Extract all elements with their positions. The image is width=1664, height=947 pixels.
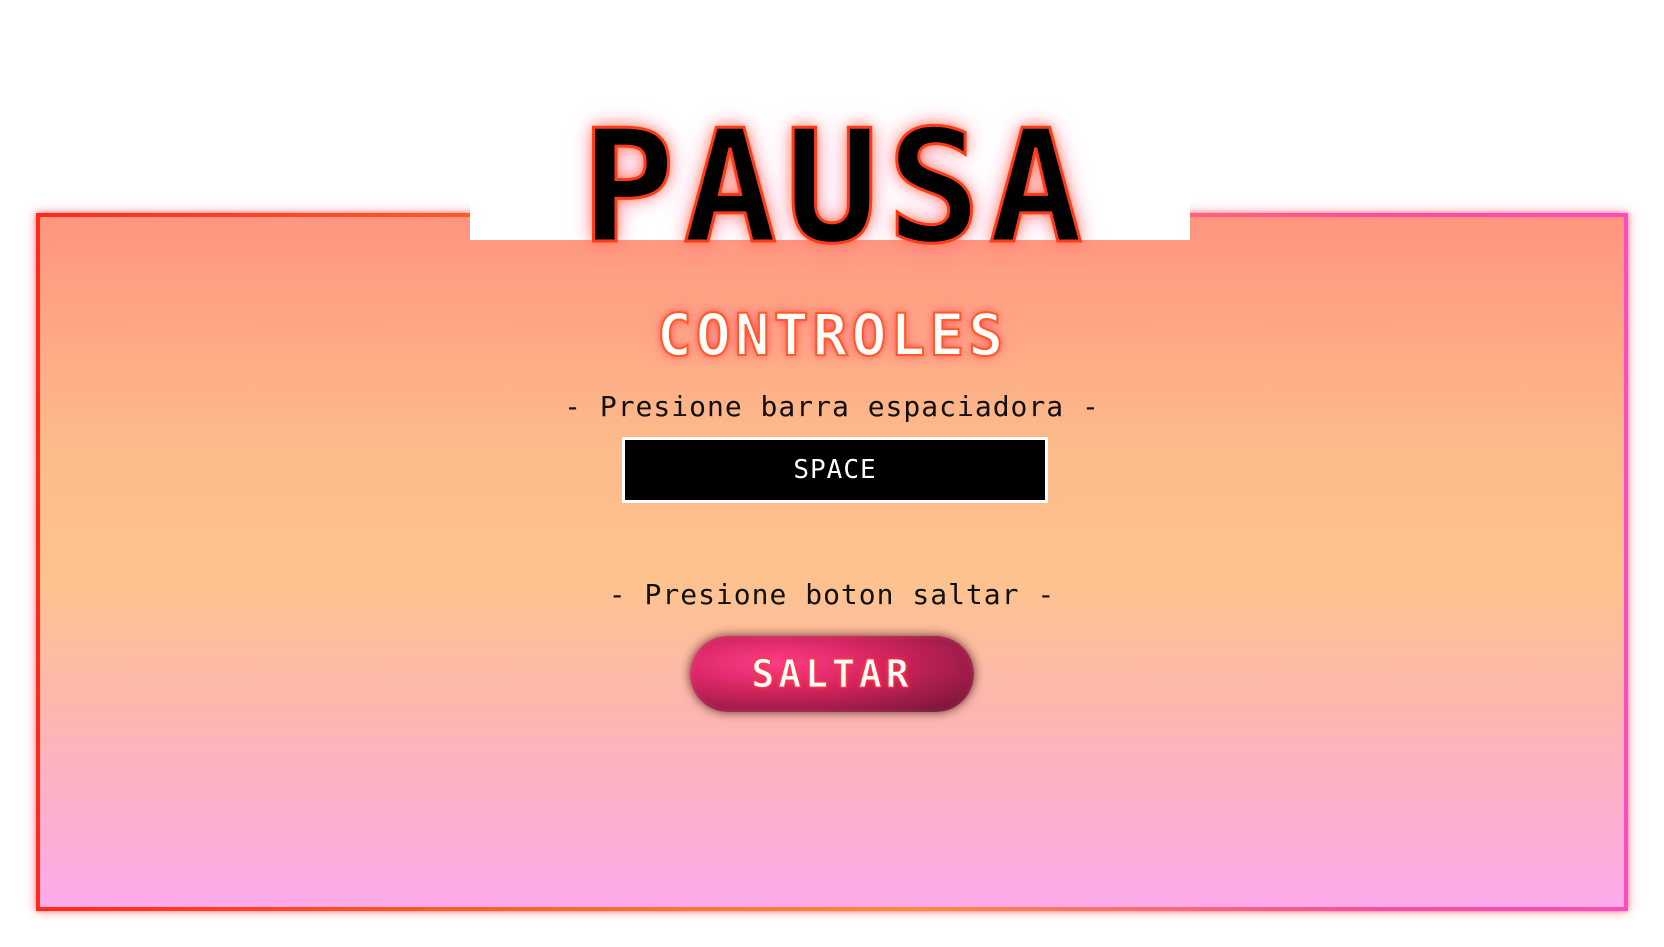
jump-instruction: - Presione boton saltar -	[608, 578, 1056, 611]
keyboard-instruction: - Presione barra espaciadora -	[564, 390, 1100, 423]
pause-screen: PAUSA CONTROLES - Presione barra espacia…	[0, 0, 1664, 947]
pause-title: PAUSA	[580, 96, 1091, 278]
controls-heading: CONTROLES	[656, 300, 1008, 370]
space-key: SPACE	[622, 437, 1048, 503]
jump-button[interactable]: SALTAR	[690, 636, 974, 712]
